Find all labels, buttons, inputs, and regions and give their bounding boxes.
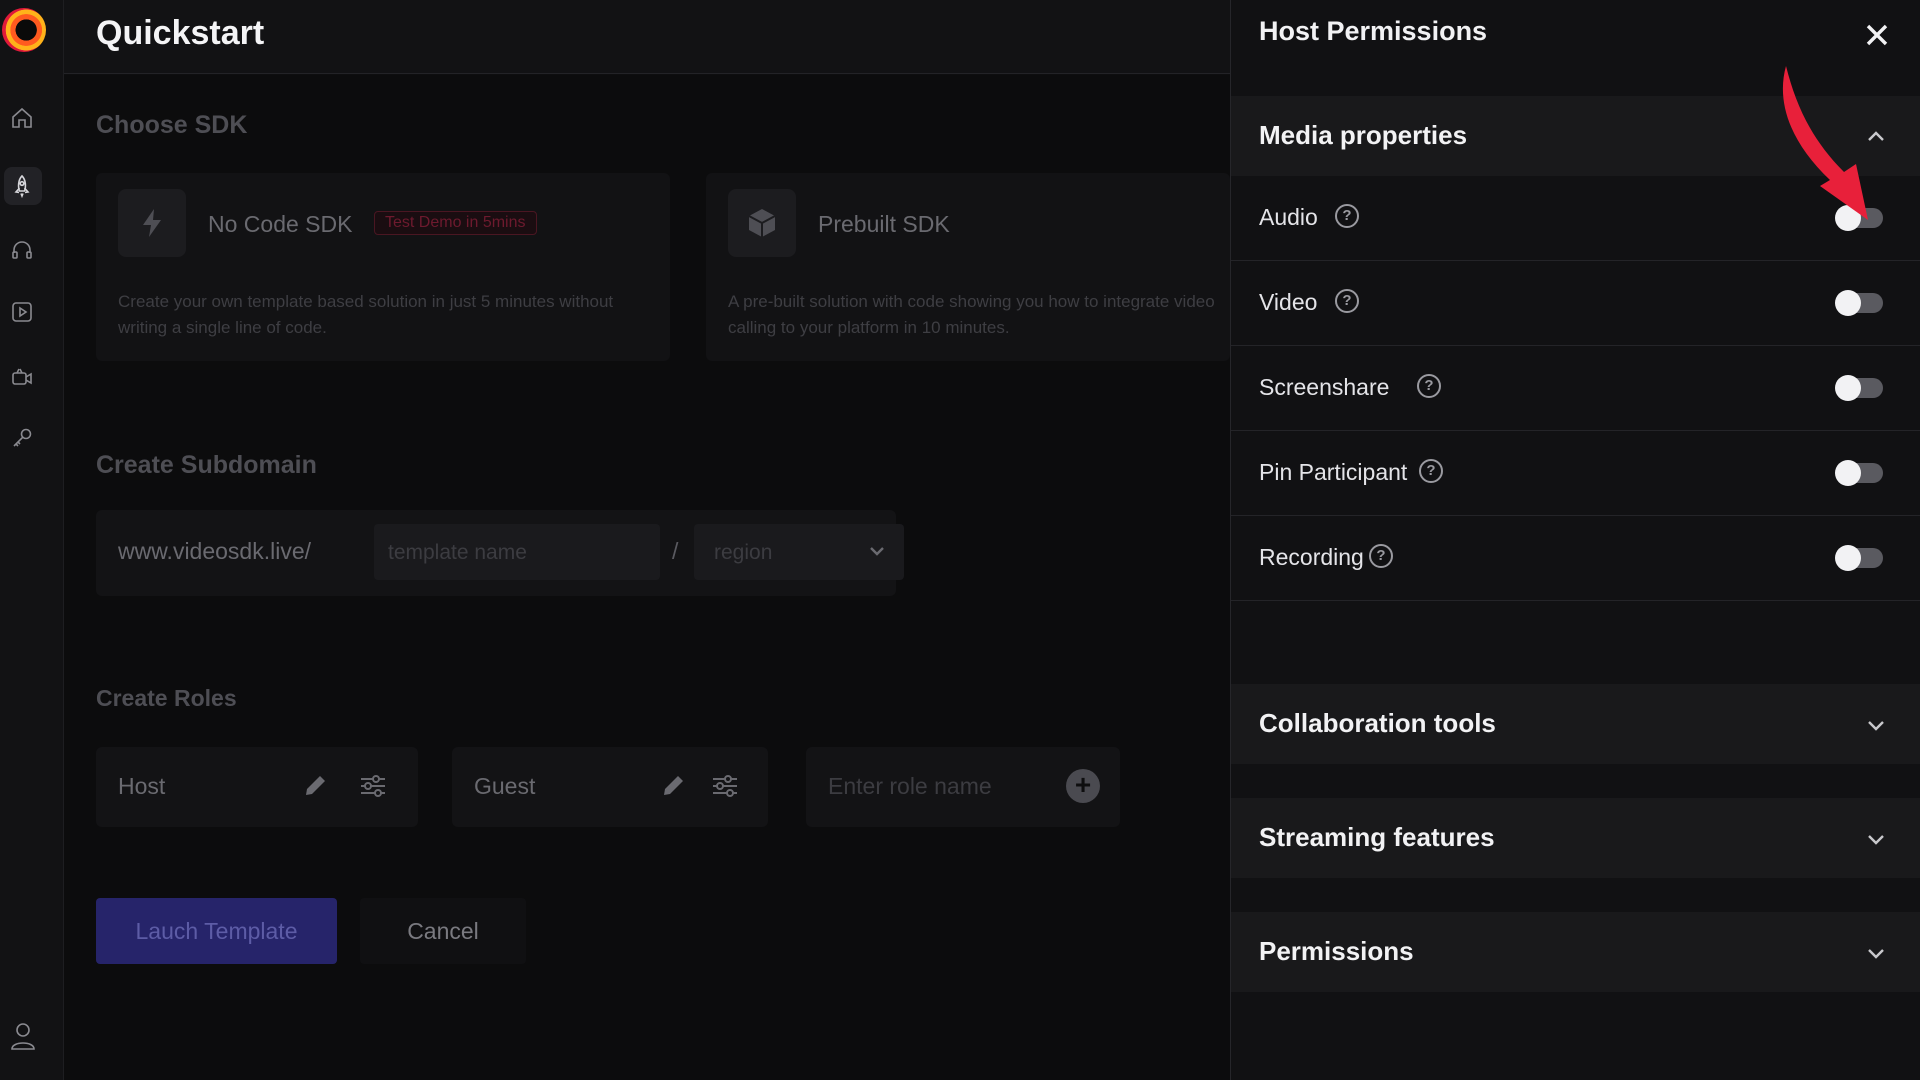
collaboration-tools-header[interactable]: Collaboration tools (1231, 684, 1920, 764)
template-name-input[interactable]: template name (374, 524, 660, 580)
help-icon[interactable]: ? (1417, 374, 1441, 398)
help-icon[interactable]: ? (1419, 459, 1443, 483)
rocket-icon[interactable] (8, 172, 36, 200)
help-icon[interactable]: ? (1335, 204, 1359, 228)
subdomain-form: www.videosdk.live/ template name / regio… (96, 510, 904, 596)
chevron-down-icon (870, 547, 884, 556)
user-icon[interactable] (10, 1022, 36, 1050)
permission-label: Recording (1259, 544, 1364, 570)
create-roles-heading: Create Roles (96, 685, 237, 711)
new-role-placeholder: Enter role name (828, 773, 992, 799)
region-placeholder: region (714, 541, 773, 564)
video-toggle[interactable] (1835, 290, 1883, 316)
cancel-button[interactable]: Cancel (360, 898, 526, 964)
page-title: Quickstart (96, 14, 265, 52)
role-name: Guest (474, 773, 536, 799)
streaming-features-header[interactable]: Streaming features (1231, 798, 1920, 878)
key-icon[interactable] (8, 424, 36, 452)
sdk-name: No Code SDK (208, 211, 353, 237)
play-icon[interactable] (8, 298, 36, 326)
role-card-host: Host (96, 747, 418, 827)
help-icon[interactable]: ? (1369, 544, 1393, 568)
permission-row-screenshare: Screenshare ? (1231, 346, 1920, 431)
main-content: Choose SDK No Code SDK Test Demo in 5min… (64, 75, 1230, 1080)
create-subdomain-heading: Create Subdomain (96, 451, 317, 479)
sdk-description: Create your own template based solution … (118, 292, 614, 337)
screenshare-toggle[interactable] (1835, 375, 1883, 401)
sdk-name: Prebuilt SDK (818, 211, 950, 237)
sliders-icon[interactable] (358, 771, 388, 801)
section-title: Streaming features (1259, 822, 1495, 852)
sidebar (0, 0, 64, 1080)
permission-label: Pin Participant (1259, 459, 1408, 485)
top-bar: Quickstart (64, 0, 1230, 74)
role-card-guest: Guest (452, 747, 768, 827)
help-icon[interactable]: ? (1335, 289, 1359, 313)
app-logo[interactable] (2, 8, 46, 52)
recording-toggle[interactable] (1835, 545, 1883, 571)
no-code-sdk-card[interactable]: No Code SDK Test Demo in 5mins Create yo… (96, 173, 670, 361)
panel-title: Host Permissions (1259, 16, 1488, 46)
pin-participant-toggle[interactable] (1835, 460, 1883, 486)
section-title: Collaboration tools (1259, 708, 1496, 738)
camera-icon[interactable] (8, 362, 36, 390)
section-title: Permissions (1259, 936, 1414, 966)
launch-template-button[interactable]: Lauch Template (96, 898, 337, 964)
chevron-down-icon (1865, 828, 1887, 850)
chevron-down-icon (1865, 714, 1887, 736)
permission-label: Screenshare (1259, 374, 1390, 400)
role-name: Host (118, 773, 166, 799)
section-title: Media properties (1259, 120, 1468, 150)
permission-row-pin-participant: Pin Participant ? (1231, 431, 1920, 516)
demo-badge: Test Demo in 5mins (374, 211, 537, 235)
annotation-arrow-icon (1782, 66, 1868, 220)
pencil-icon[interactable] (658, 771, 688, 801)
permissions-header[interactable]: Permissions (1231, 912, 1920, 992)
subdomain-separator: / (672, 538, 679, 564)
pencil-icon[interactable] (300, 771, 330, 801)
toggle-knob (1835, 460, 1861, 486)
headphones-icon[interactable] (8, 236, 36, 264)
permission-row-video: Video ? (1231, 261, 1920, 346)
new-role-input[interactable]: Enter role name + (806, 747, 1120, 827)
lightning-icon (118, 189, 186, 257)
region-select[interactable]: region (694, 524, 904, 580)
add-role-button[interactable]: + (1066, 769, 1100, 803)
cube-icon (728, 189, 796, 257)
sliders-icon[interactable] (710, 771, 740, 801)
toggle-knob (1835, 375, 1861, 401)
permission-row-recording: Recording ? (1231, 516, 1920, 601)
subdomain-prefix: www.videosdk.live/ (118, 538, 312, 564)
sdk-description: A pre-built solution with code showing y… (728, 292, 1215, 337)
permission-label: Audio (1259, 204, 1318, 230)
permission-label: Video (1259, 289, 1318, 315)
prebuilt-sdk-card[interactable]: Prebuilt SDK A pre-built solution with c… (706, 173, 1230, 361)
close-icon[interactable] (1864, 22, 1890, 48)
home-icon[interactable] (8, 104, 36, 132)
choose-sdk-heading: Choose SDK (96, 111, 248, 139)
toggle-knob (1835, 290, 1861, 316)
toggle-knob (1835, 545, 1861, 571)
chevron-down-icon (1865, 942, 1887, 964)
